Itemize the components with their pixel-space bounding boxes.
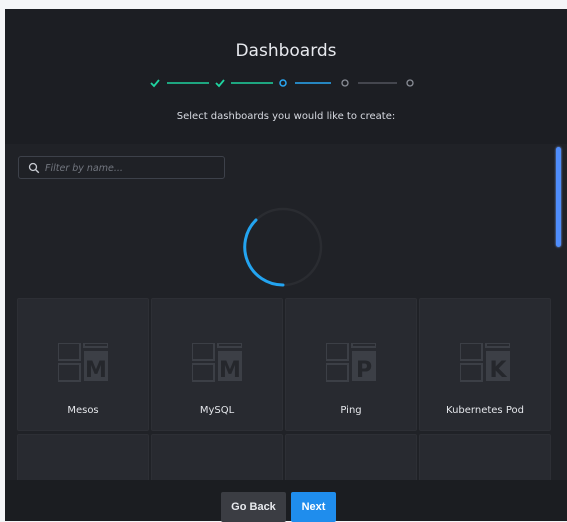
card-label: Ping bbox=[340, 405, 362, 416]
wizard-header: Dashboards Select dashboards you would l… bbox=[5, 9, 567, 144]
step-1-check-icon bbox=[150, 79, 160, 88]
step-progress bbox=[150, 79, 414, 88]
loading-spinner-icon bbox=[243, 207, 323, 287]
step-5-pending-icon bbox=[406, 79, 414, 87]
search-icon bbox=[28, 162, 40, 174]
svg-text:M: M bbox=[219, 358, 241, 383]
step-2-check-icon bbox=[215, 79, 225, 88]
go-back-button[interactable]: Go Back bbox=[221, 492, 286, 522]
step-3-current-icon bbox=[279, 79, 287, 87]
scrollbar[interactable] bbox=[556, 147, 561, 247]
page-title: Dashboards bbox=[235, 41, 337, 61]
search-input[interactable] bbox=[45, 160, 220, 176]
ping-logo-icon: P bbox=[326, 343, 376, 383]
card-label: Kubernetes Pod bbox=[446, 405, 524, 416]
dashboard-card-mesos[interactable]: M Mesos bbox=[17, 298, 149, 431]
mysql-logo-icon: M bbox=[192, 343, 242, 383]
dashboard-card-ping[interactable]: P Ping bbox=[285, 298, 417, 431]
mesos-logo-icon: M bbox=[58, 343, 108, 383]
search-box[interactable] bbox=[18, 156, 225, 179]
next-button[interactable]: Next bbox=[291, 492, 336, 522]
svg-text:K: K bbox=[489, 358, 507, 383]
wizard-footer bbox=[5, 480, 567, 521]
dashboards-wizard-dialog: Dashboards Select dashboards you would l… bbox=[5, 9, 567, 521]
card-label: MySQL bbox=[199, 405, 235, 416]
step-4-pending-icon bbox=[341, 79, 349, 87]
svg-text:M: M bbox=[85, 358, 107, 383]
card-label: Mesos bbox=[67, 405, 99, 416]
svg-text:P: P bbox=[356, 358, 372, 383]
instructions-text: Select dashboards you would like to crea… bbox=[176, 111, 396, 122]
kubernetes-pod-logo-icon: K bbox=[460, 343, 510, 383]
dashboard-card-kubernetes-pod[interactable]: K Kubernetes Pod bbox=[419, 298, 551, 431]
dashboard-card-mysql[interactable]: M MySQL bbox=[151, 298, 283, 431]
